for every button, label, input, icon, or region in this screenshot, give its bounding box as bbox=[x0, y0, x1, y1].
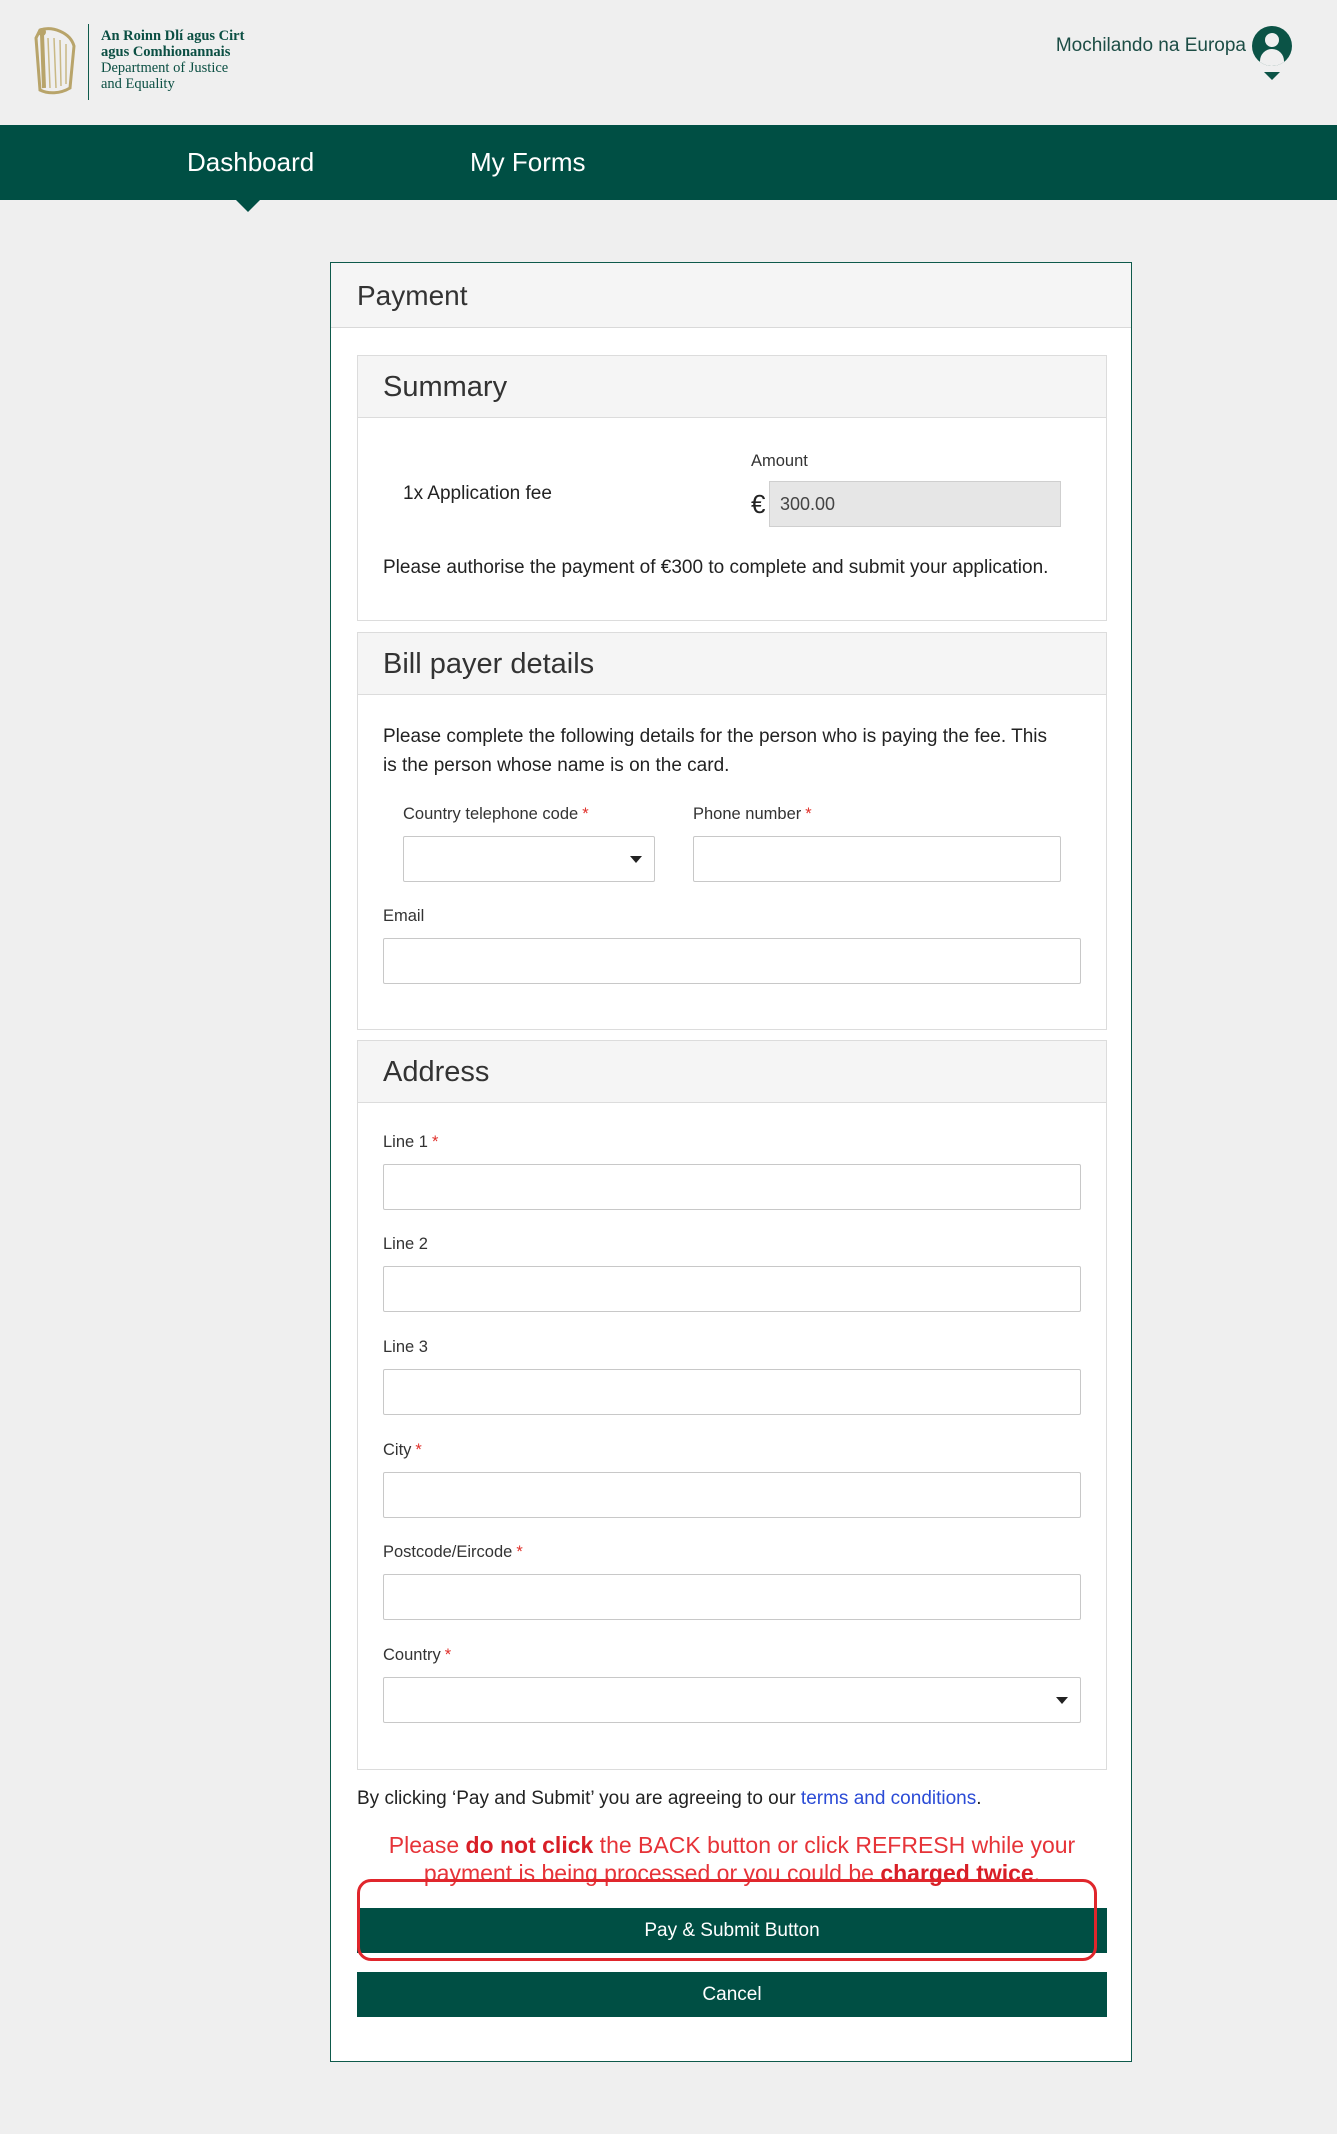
country-select[interactable] bbox=[383, 1677, 1081, 1723]
email-input[interactable] bbox=[383, 938, 1081, 984]
postcode-input[interactable] bbox=[383, 1574, 1081, 1620]
nav-dashboard[interactable]: Dashboard bbox=[187, 125, 314, 200]
bill-payer-title: Bill payer details bbox=[358, 633, 1106, 695]
required-mark: * bbox=[444, 1646, 452, 1664]
city-label: City * bbox=[383, 1441, 422, 1460]
department-logo[interactable]: An Roinn Dlí agus Cirt agus Comhionannai… bbox=[30, 24, 244, 100]
phone-number-label: Phone number * bbox=[693, 805, 812, 824]
cancel-button[interactable]: Cancel bbox=[357, 1972, 1107, 2017]
user-menu-caret-icon[interactable] bbox=[1264, 72, 1280, 80]
city-label-text: City bbox=[383, 1441, 412, 1459]
country-label: Country * bbox=[383, 1646, 451, 1665]
address-line1-input[interactable] bbox=[383, 1164, 1081, 1210]
bill-payer-intro-line2: is the person whose name is on the card. bbox=[383, 755, 730, 776]
terms-suffix: . bbox=[976, 1788, 982, 1809]
caret-down-icon bbox=[630, 856, 642, 863]
line1-label-text: Line 1 bbox=[383, 1133, 428, 1151]
required-mark: * bbox=[582, 805, 589, 823]
user-avatar-icon[interactable] bbox=[1252, 26, 1292, 66]
logo-line-2: agus Comhionannais bbox=[101, 44, 231, 60]
nav-my-forms[interactable]: My Forms bbox=[470, 125, 586, 200]
country-code-label-text: Country telephone code bbox=[403, 805, 579, 823]
address-title: Address bbox=[358, 1041, 1106, 1103]
logo-line-1: An Roinn Dlí agus Cirt bbox=[101, 28, 245, 44]
address-line3-input[interactable] bbox=[383, 1369, 1081, 1415]
postcode-label-text: Postcode/Eircode bbox=[383, 1543, 513, 1561]
line1-label: Line 1 * bbox=[383, 1133, 438, 1152]
address-section: Address Line 1 * Line 2 Line 3 City * Post… bbox=[357, 1040, 1107, 1770]
terms-text: By clicking ‘Pay and Submit’ you are agr… bbox=[357, 1788, 982, 1810]
active-nav-indicator bbox=[236, 200, 260, 212]
warning-strong1: do not click bbox=[465, 1832, 594, 1858]
email-label: Email bbox=[383, 907, 425, 925]
warning-part1: Please bbox=[388, 1832, 466, 1858]
terms-link[interactable]: terms and conditions bbox=[801, 1788, 976, 1809]
application-fee-item: 1x Application fee bbox=[403, 483, 552, 504]
bill-payer-section: Bill payer details Please complete the f… bbox=[357, 632, 1107, 1030]
summary-section: Summary 1x Application fee Amount € 300.… bbox=[357, 355, 1107, 621]
bill-payer-intro-line1: Please complete the following details fo… bbox=[383, 726, 1047, 747]
country-label-text: Country bbox=[383, 1646, 441, 1664]
address-line2-input[interactable] bbox=[383, 1266, 1081, 1312]
payment-authorise-note: Please authorise the payment of €300 to … bbox=[383, 557, 1049, 578]
logo-line-4: and Equality bbox=[101, 76, 175, 92]
country-code-select[interactable] bbox=[403, 836, 655, 882]
main-nav: Dashboard My Forms bbox=[0, 125, 1337, 200]
amount-label: Amount bbox=[751, 452, 808, 470]
payment-card: Payment Summary 1x Application fee Amoun… bbox=[330, 262, 1132, 2062]
line2-label: Line 2 bbox=[383, 1235, 428, 1253]
currency-symbol: € bbox=[751, 489, 766, 519]
amount-field: 300.00 bbox=[769, 481, 1061, 527]
site-header: An Roinn Dlí agus Cirt agus Comhionannai… bbox=[0, 0, 1337, 125]
required-mark: * bbox=[415, 1441, 422, 1459]
user-menu[interactable]: Mochilando na Europa bbox=[1056, 26, 1292, 66]
phone-number-input[interactable] bbox=[693, 836, 1061, 882]
line3-label: Line 3 bbox=[383, 1338, 428, 1356]
harp-icon bbox=[34, 27, 76, 95]
payment-title: Payment bbox=[331, 263, 1131, 328]
terms-prefix: By clicking ‘Pay and Submit’ you are agr… bbox=[357, 1788, 801, 1809]
required-mark: * bbox=[805, 805, 812, 823]
logo-line-3: Department of Justice bbox=[101, 60, 229, 76]
department-name: An Roinn Dlí agus Cirt agus Comhionannai… bbox=[101, 24, 244, 92]
user-name: Mochilando na Europa bbox=[1055, 35, 1246, 56]
logo-divider bbox=[88, 24, 89, 100]
city-input[interactable] bbox=[383, 1472, 1081, 1518]
required-mark: * bbox=[431, 1133, 439, 1151]
phone-number-label-text: Phone number bbox=[693, 805, 802, 823]
required-mark: * bbox=[516, 1543, 523, 1561]
pay-button-highlight bbox=[357, 1879, 1097, 1961]
postcode-label: Postcode/Eircode * bbox=[383, 1543, 523, 1562]
country-code-label: Country telephone code * bbox=[403, 805, 589, 824]
caret-down-icon bbox=[1056, 1697, 1068, 1704]
summary-title: Summary bbox=[358, 356, 1106, 418]
